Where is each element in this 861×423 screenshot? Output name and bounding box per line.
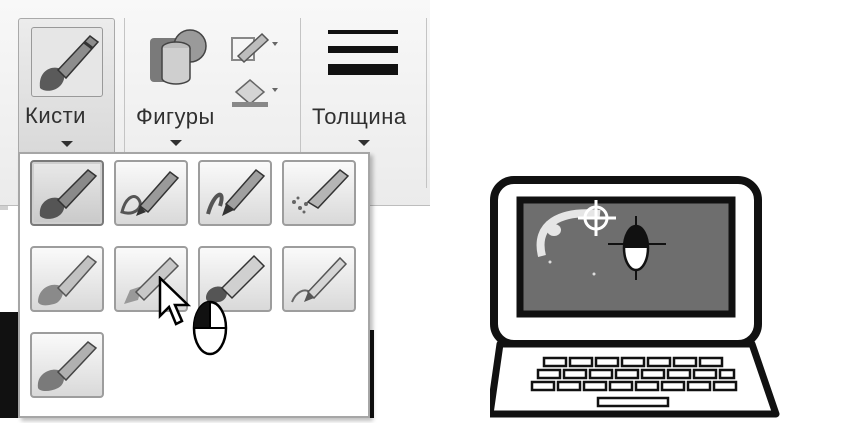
- calligraphy-pen-icon: [206, 168, 266, 216]
- thickness-button[interactable]: Толщина: [308, 18, 420, 158]
- thickness-dropdown-arrow: [358, 140, 370, 146]
- calligraphy-brush-1-tile[interactable]: [114, 160, 188, 226]
- brushes-button[interactable]: Кисти: [18, 18, 115, 168]
- calligraphy-brush-2-tile[interactable]: [198, 160, 272, 226]
- airbrush-icon: [292, 169, 350, 214]
- shapes-dropdown-arrow: [170, 140, 182, 146]
- thickness-label: Толщина: [312, 104, 407, 129]
- calligraphy-pen-icon: [120, 170, 180, 216]
- shapes-icon: [146, 24, 210, 88]
- laptop-illustration: [486, 176, 780, 418]
- airbrush-tile[interactable]: [282, 160, 356, 226]
- group-separator: [426, 18, 427, 188]
- brushes-label: Кисти: [25, 103, 86, 128]
- line-thickness-icon: [328, 26, 398, 86]
- mouse-left-click-icon: [192, 300, 228, 356]
- brushes-gallery: [18, 152, 370, 418]
- brush-icon: [39, 169, 98, 219]
- natural-pencil-tile[interactable]: [282, 246, 356, 312]
- brush-icon: [31, 27, 103, 97]
- pencil-outline-icon: [231, 32, 278, 64]
- outline-button[interactable]: [228, 28, 288, 64]
- shapes-label: Фигуры: [136, 104, 215, 129]
- pencil-icon: [291, 256, 348, 303]
- brush-tile[interactable]: [30, 160, 104, 226]
- watercolor-brush-tile[interactable]: [30, 332, 104, 398]
- fill-button[interactable]: [228, 74, 288, 110]
- shapes-button[interactable]: Фигуры: [130, 18, 220, 158]
- fill-bucket-icon: [232, 79, 278, 107]
- watercolor-brush-icon: [37, 341, 98, 391]
- oil-brush-tile[interactable]: [30, 246, 104, 312]
- brushes-dropdown-arrow: [61, 141, 73, 147]
- oil-brush-icon: [38, 254, 98, 306]
